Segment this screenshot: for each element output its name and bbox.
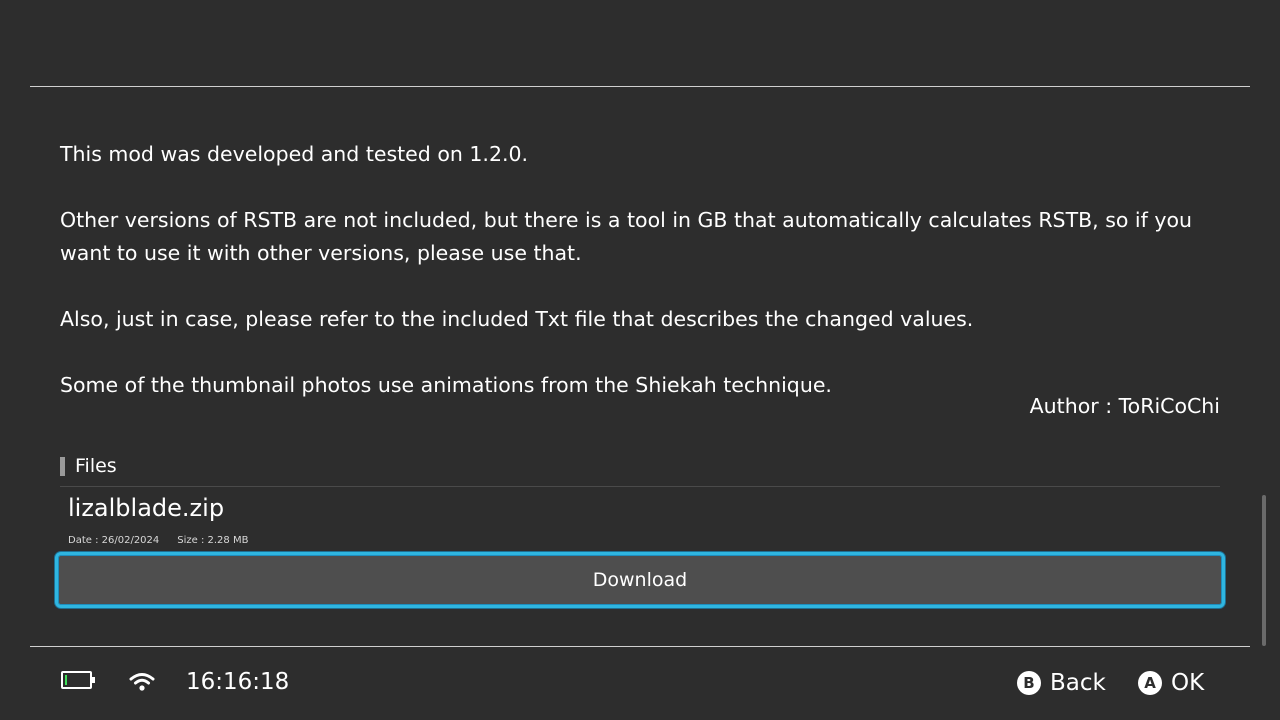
header-divider bbox=[30, 86, 1250, 87]
file-meta: Date : 26/02/2024 Size : 2.28 MB bbox=[68, 534, 248, 548]
file-date: Date : 26/02/2024 bbox=[68, 535, 160, 546]
description-paragraph: Other versions of RSTB are not included,… bbox=[60, 208, 1193, 265]
b-button-icon: B bbox=[1017, 670, 1041, 695]
clock: 16:16:18 bbox=[186, 669, 290, 695]
description-paragraph: This mod was developed and tested on 1.2… bbox=[60, 142, 529, 166]
battery-tip bbox=[92, 677, 95, 683]
files-divider bbox=[60, 486, 1220, 487]
ok-button[interactable]: A OK bbox=[1138, 666, 1204, 699]
section-marker bbox=[60, 456, 65, 476]
battery-level bbox=[65, 675, 67, 685]
wifi-icon bbox=[129, 673, 155, 691]
author-label: Author : ToRiCoChi bbox=[1029, 394, 1220, 418]
back-button[interactable]: B Back bbox=[1017, 666, 1106, 699]
ok-label: OK bbox=[1171, 669, 1205, 696]
files-section-title: Files bbox=[75, 455, 117, 477]
files-section-header: Files bbox=[60, 453, 117, 479]
footer-divider bbox=[30, 646, 1250, 647]
file-size: Size : 2.28 MB bbox=[177, 535, 249, 546]
download-button[interactable]: Download bbox=[55, 552, 1225, 608]
file-name: lizalblade.zip bbox=[68, 494, 225, 522]
mod-details-screen: This mod was developed and tested on 1.2… bbox=[0, 0, 1280, 720]
back-label: Back bbox=[1050, 669, 1106, 696]
scrollbar[interactable] bbox=[1262, 495, 1266, 646]
battery-icon bbox=[61, 671, 92, 689]
a-button-icon: A bbox=[1138, 670, 1162, 695]
description-paragraph: Also, just in case, please refer to the … bbox=[60, 307, 974, 331]
mod-description: This mod was developed and tested on 1.2… bbox=[60, 138, 1225, 402]
